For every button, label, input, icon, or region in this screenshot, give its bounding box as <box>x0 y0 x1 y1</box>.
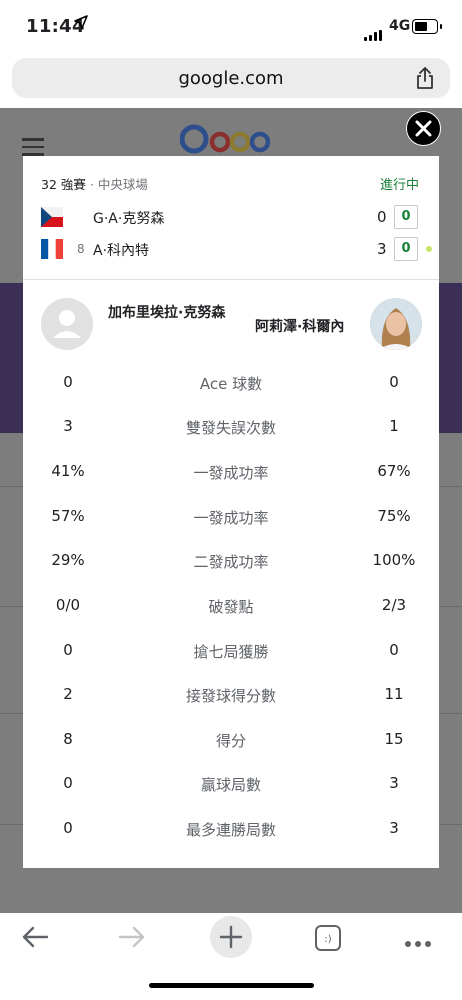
stat-row: 3 雙發失誤次數 1 <box>23 417 439 437</box>
stat-p2: 75% <box>377 507 411 525</box>
stat-row: 0/0 破發點 2/3 <box>23 596 439 616</box>
player-row[interactable]: 8 A·科內特 3 0 <box>41 237 439 261</box>
signal-icon <box>364 22 384 41</box>
stat-p1: 3 <box>63 417 73 435</box>
match-status: 進行中 <box>380 178 420 193</box>
stat-p2: 100% <box>372 551 416 569</box>
stat-label: 一發成功率 <box>193 464 269 482</box>
match-stats-card: 32 強賽 · 中央球場 進行中 G·A·克努森 0 0 8 A·科內特 3 0… <box>23 156 439 868</box>
url-text: google.com <box>178 68 284 89</box>
player1-sets: 0 <box>377 208 387 226</box>
back-icon[interactable] <box>20 925 50 953</box>
stat-p1: 0 <box>63 819 73 837</box>
browser-toolbar: :) <box>0 913 462 1000</box>
stat-label: 贏球局數 <box>200 776 261 794</box>
player2-name: A·科內特 <box>93 243 150 259</box>
player1-avatar <box>41 298 93 350</box>
stat-p2: 3 <box>389 774 399 792</box>
stat-p1: 0 <box>63 774 73 792</box>
close-button[interactable] <box>406 111 441 146</box>
stat-p2: 0 <box>389 641 399 659</box>
forward-icon[interactable] <box>117 925 147 953</box>
stat-row: 0 Ace 球數 0 <box>23 373 439 393</box>
czech-flag-icon <box>41 207 63 227</box>
france-flag-icon <box>41 239 63 259</box>
stat-p2: 0 <box>389 373 399 391</box>
player2-sets: 3 <box>377 240 387 258</box>
stat-p1: 57% <box>51 507 85 525</box>
player1-games: 0 <box>394 205 418 229</box>
stat-row: 41% 一發成功率 67% <box>23 462 439 482</box>
serving-indicator <box>426 246 432 252</box>
divider <box>23 279 439 280</box>
stat-row: 0 搶七局獲勝 0 <box>23 641 439 661</box>
tabs-icon[interactable]: :) <box>314 924 342 956</box>
stat-label: 得分 <box>215 732 246 750</box>
round-label: 32 強賽 <box>41 177 86 192</box>
stat-label: 雙發失誤次數 <box>185 419 276 437</box>
stat-p2: 15 <box>384 730 404 748</box>
stat-p2: 2/3 <box>381 596 407 614</box>
stat-p1: 0 <box>63 641 73 659</box>
battery-icon <box>412 19 442 34</box>
address-bar[interactable]: google.com <box>12 58 450 98</box>
stat-row: 57% 一發成功率 75% <box>23 507 439 527</box>
stat-row: 29% 二發成功率 100% <box>23 551 439 571</box>
status-bar: 11:44 4G <box>0 0 462 52</box>
stat-p1: 2 <box>63 685 73 703</box>
stat-p1: 0 <box>63 373 73 391</box>
stat-row: 0 最多連勝局數 3 <box>23 819 439 839</box>
player-row[interactable]: G·A·克努森 0 0 <box>41 205 439 229</box>
stat-label: 最多連勝局數 <box>185 821 276 839</box>
stat-p1: 0/0 <box>55 596 81 614</box>
stat-label: 接發球得分數 <box>185 687 276 705</box>
stat-p1: 8 <box>63 730 73 748</box>
stat-row: 8 得分 15 <box>23 730 439 750</box>
player2-seed: 8 <box>77 242 85 256</box>
match-round: 32 強賽 · 中央球場 <box>41 174 148 193</box>
stat-p2: 11 <box>384 685 404 703</box>
player1-full-name: 加布里埃拉·克努森 <box>108 305 226 321</box>
player1-name: G·A·克努森 <box>93 211 165 227</box>
stat-label: 一發成功率 <box>193 509 269 527</box>
share-icon[interactable] <box>414 66 436 94</box>
location-arrow-icon <box>74 15 88 33</box>
close-icon <box>415 120 432 137</box>
stat-label: 搶七局獲勝 <box>193 643 269 661</box>
stat-row: 2 接發球得分數 11 <box>23 685 439 705</box>
player2-avatar <box>370 298 422 350</box>
stat-label: Ace 球數 <box>199 375 263 393</box>
stat-label: 二發成功率 <box>193 553 269 571</box>
stat-p2: 1 <box>389 417 399 435</box>
player2-games: 0 <box>394 237 418 261</box>
new-tab-icon[interactable] <box>210 916 252 958</box>
scroll-fade <box>23 846 439 868</box>
more-icon[interactable] <box>404 933 432 952</box>
svg-text::): :) <box>324 934 331 945</box>
court-label: · 中央球場 <box>89 177 148 192</box>
stat-p2: 3 <box>389 819 399 837</box>
stat-label: 破發點 <box>208 598 254 616</box>
home-indicator <box>149 983 314 988</box>
network-type: 4G <box>389 18 411 34</box>
stat-p1: 41% <box>51 462 85 480</box>
stat-row: 0 贏球局數 3 <box>23 774 439 794</box>
stat-p1: 29% <box>51 551 85 569</box>
player2-full-name: 阿莉澤·科爾內 <box>255 319 345 335</box>
stat-p2: 67% <box>377 462 411 480</box>
